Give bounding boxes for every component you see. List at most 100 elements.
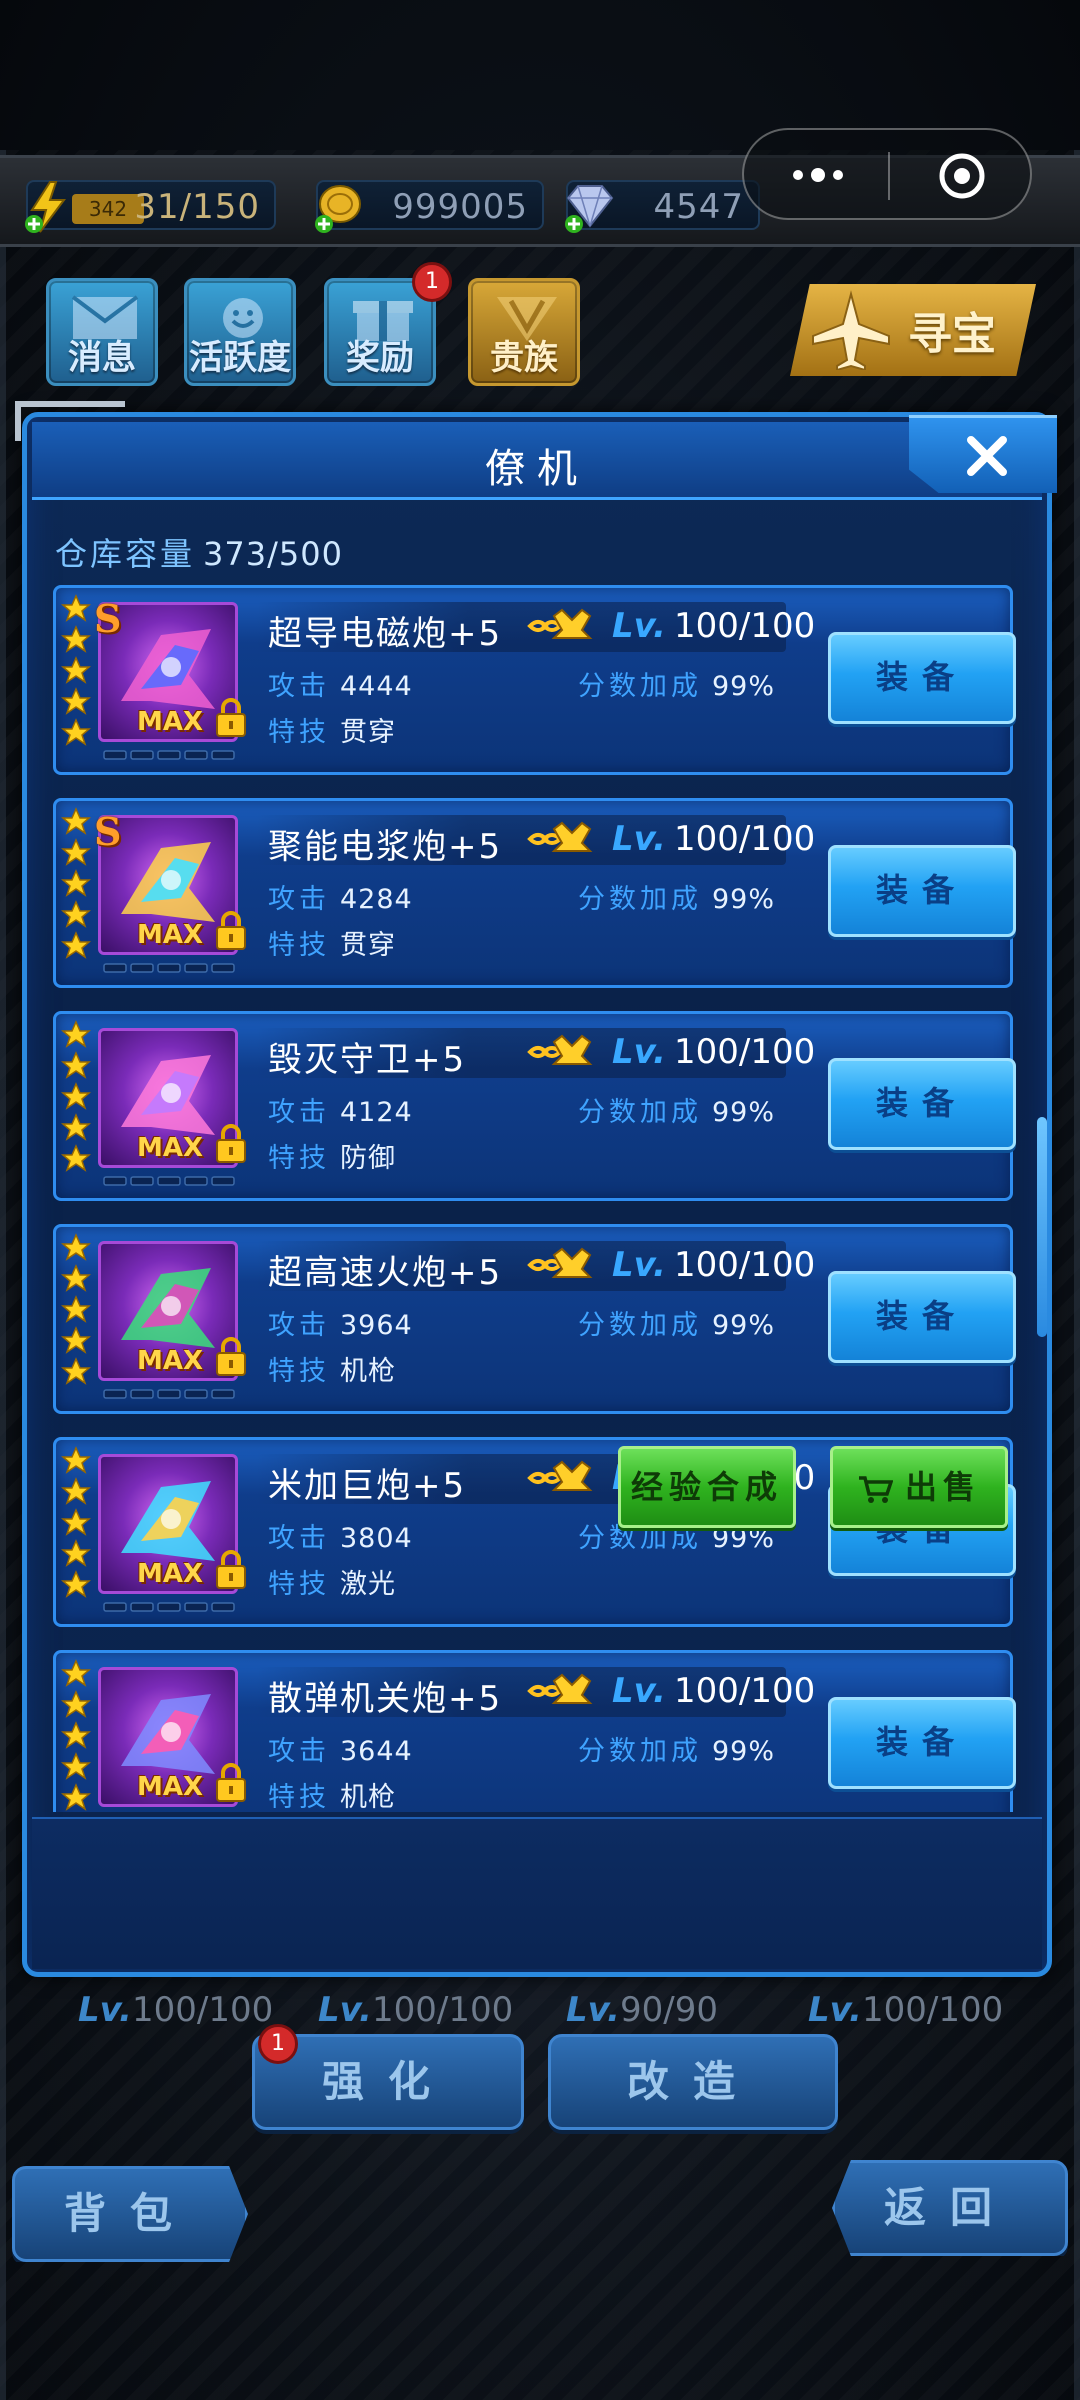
lock-icon[interactable] (214, 696, 248, 738)
skill-stat: 特技 贯穿 (268, 717, 396, 748)
skill-stat: 特技 机枪 (268, 1356, 396, 1387)
wingman-level: Lv.100/100 (612, 1671, 816, 1711)
lock-icon[interactable] (214, 1335, 248, 1377)
gold-coin-icon (315, 185, 361, 233)
max-tag: MAX (137, 1772, 204, 1802)
rank-badge: S (94, 596, 122, 641)
back-button[interactable]: 返回 (832, 2160, 1068, 2256)
slot-level-4: Lv.100/100 (808, 1990, 1004, 2030)
chain-wings-icon (527, 1460, 593, 1491)
scrollbar-thumb[interactable] (1037, 1117, 1047, 1337)
capacity-value: 373/500 (203, 535, 343, 573)
lock-icon[interactable] (214, 909, 248, 951)
max-tag: MAX (137, 707, 204, 737)
close-icon (967, 436, 1007, 476)
star-icon (60, 1082, 92, 1110)
max-tag: MAX (137, 1346, 204, 1376)
attack-stat: 攻击 3804 (268, 1523, 413, 1554)
list-scrollbar[interactable] (1037, 1117, 1047, 1337)
star-icon (60, 594, 92, 622)
star-rating (60, 1020, 92, 1172)
equip-button[interactable]: 装备 (828, 845, 1016, 937)
max-tag: MAX (137, 920, 204, 950)
skill-stat: 特技 激光 (268, 1569, 396, 1600)
wingman-card[interactable]: MAX S 超导电磁炮+5 Lv. 100/100 攻击 4444 分数加成 99% … (53, 585, 1016, 775)
lock-icon[interactable] (214, 1761, 248, 1803)
diamond-icon (565, 185, 614, 233)
noble-button[interactable]: 贵族 (468, 278, 580, 386)
wingman-name: 散弹机关炮+5 (268, 1679, 503, 1719)
activity-button[interactable]: 活跃度 (184, 278, 296, 386)
star-icon (60, 1051, 92, 1079)
star-icon (60, 1752, 92, 1780)
wingman-name: 米加巨炮+5 (268, 1466, 467, 1506)
capsule-divider (888, 152, 890, 200)
fighter-jet-icon (812, 290, 890, 370)
exit-miniprogram-icon[interactable] (936, 150, 988, 202)
chain-wings-icon (527, 1247, 593, 1278)
max-tag: MAX (137, 1133, 204, 1163)
max-tag: MAX (137, 1559, 204, 1589)
skill-stat: 特技 防御 (268, 1143, 396, 1174)
rank-badge: S (94, 809, 122, 854)
star-icon (60, 1295, 92, 1323)
modify-button[interactable]: 改造 (548, 2034, 838, 2130)
star-icon (60, 1233, 92, 1261)
dialog-title: 僚机 (485, 446, 589, 492)
upgrade-pips (103, 1602, 235, 1612)
star-icon (60, 1264, 92, 1292)
energy-counter[interactable]: 342 31/150 (25, 180, 276, 233)
bag-button[interactable]: 背包 (12, 2166, 248, 2262)
wingman-card[interactable]: MAX S 聚能电浆炮+5 Lv. 100/100 攻击 4284 分数加成 99% … (53, 798, 1016, 988)
lock-icon[interactable] (214, 1122, 248, 1164)
wingman-level: Lv.100/100 (612, 606, 816, 646)
star-icon (60, 1690, 92, 1718)
wingman-list[interactable]: MAX S 超导电磁炮+5 Lv. 100/100 攻击 4444 分数加成 99% … (45, 585, 1023, 1812)
messages-label: 消息 (68, 338, 136, 378)
wingman-card[interactable]: MAX 超高速火炮+5 Lv. 100/100 攻击 3964 分数加成 99% 特技… (53, 1224, 1016, 1414)
star-rating (60, 1659, 92, 1811)
star-rating (60, 594, 92, 746)
wingman-card[interactable]: MAX 毁灭守卫+5 Lv. 100/100 攻击 4124 分数加成 99% 特技防… (53, 1011, 1016, 1201)
wingman-name: 聚能电浆炮+5 (268, 827, 503, 867)
treasure-hunt-button[interactable]: 寻宝 (790, 284, 1036, 376)
messages-button[interactable]: 消息 (46, 278, 158, 386)
attack-stat: 攻击 4444 (268, 671, 413, 702)
star-icon (60, 900, 92, 928)
upgrade-pips (103, 750, 235, 760)
miniprogram-capsule (742, 128, 1032, 220)
sell-button[interactable]: 出售 (830, 1446, 1008, 1528)
skill-stat: 特技 机枪 (268, 1782, 396, 1812)
gem-counter[interactable]: 4547 (565, 180, 760, 233)
star-icon (60, 1721, 92, 1749)
star-icon (60, 1659, 92, 1687)
equip-button[interactable]: 装备 (828, 632, 1016, 724)
wingman-name: 超导电磁炮+5 (268, 614, 503, 654)
capacity-label: 仓库容量 (55, 535, 196, 573)
treasure-hunt-label: 寻宝 (908, 309, 996, 360)
wingman-card[interactable]: MAX 散弹机关炮+5 Lv. 100/100 攻击 3644 分数加成 99% 特技… (53, 1650, 1016, 1812)
equip-button[interactable]: 装备 (828, 1697, 1016, 1789)
wingman-name: 毁灭守卫+5 (268, 1040, 467, 1080)
energy-sub-value: 342 (72, 194, 144, 224)
equip-button[interactable]: 装备 (828, 1058, 1016, 1150)
close-button[interactable] (909, 415, 1057, 493)
equip-button[interactable]: 装备 (828, 1271, 1016, 1363)
more-icon[interactable] (788, 160, 848, 190)
star-rating (60, 807, 92, 959)
chain-wings-icon (527, 1034, 593, 1065)
lock-icon[interactable] (214, 1548, 248, 1590)
star-icon (60, 1570, 92, 1598)
rewards-label: 奖励 (346, 338, 414, 378)
attack-stat: 攻击 4124 (268, 1097, 413, 1128)
score-bonus-stat: 分数加成 99% (578, 1097, 776, 1128)
exp-merge-button[interactable]: 经验合成 (618, 1446, 796, 1528)
wingman-level: Lv.100/100 (612, 819, 816, 859)
star-icon (60, 1357, 92, 1385)
gold-counter[interactable]: 999005 (315, 180, 544, 233)
star-icon (60, 1446, 92, 1474)
star-icon (60, 1539, 92, 1567)
attack-stat: 攻击 4284 (268, 884, 413, 915)
cart-icon (858, 1476, 893, 1503)
upgrade-pips (103, 1176, 235, 1186)
